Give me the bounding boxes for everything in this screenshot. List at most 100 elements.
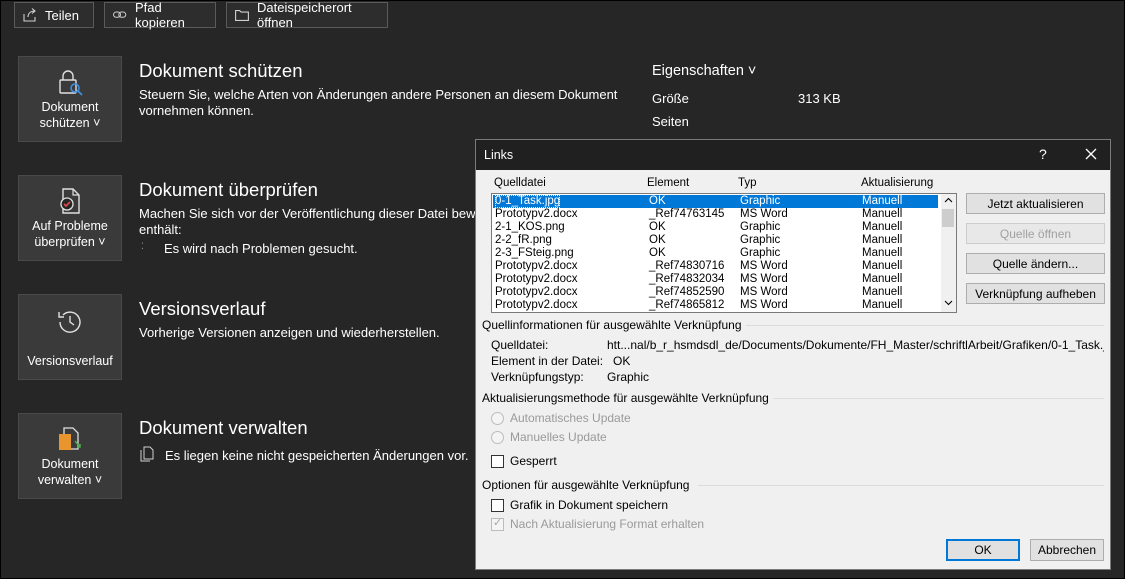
- update-now-button[interactable]: Jetzt aktualisieren: [966, 193, 1105, 214]
- cell-update: Manuell: [862, 208, 903, 220]
- protect-document-desc-2: vornehmen können.: [139, 103, 254, 118]
- column-header-source[interactable]: Quelldatei: [494, 177, 546, 189]
- properties-dropdown[interactable]: Eigenschaften ˅: [652, 63, 756, 79]
- scroll-up-icon[interactable]: [944, 197, 953, 203]
- cancel-button[interactable]: Abbrechen: [1030, 539, 1104, 561]
- automatic-update-radio[interactable]: Automatisches Update: [491, 411, 631, 425]
- change-source-button[interactable]: Quelle ändern...: [966, 253, 1105, 274]
- table-row[interactable]: Prototypv2.docx _Ref74763145 MS Word Manuel…: [493, 208, 938, 221]
- manage-tile-label-2: verwalten ˅: [37, 473, 103, 487]
- cell-update: Manuell: [862, 234, 903, 246]
- column-header-item[interactable]: Element: [647, 177, 689, 189]
- share-label: Teilen: [45, 7, 79, 23]
- links-list[interactable]: Prototypv2.docx _Ref74865812 MS Word Manuel…: [491, 193, 957, 313]
- cell-item: OK: [649, 247, 666, 259]
- size-label: Größe: [652, 91, 689, 106]
- inspect-tile-label-1: Auf Probleme: [32, 219, 108, 233]
- list-scrollbar[interactable]: [941, 194, 956, 312]
- inspect-status-text: Es wird nach Problemen gesucht.: [164, 241, 358, 256]
- protect-tile-label-1: Dokument: [41, 100, 99, 114]
- cell-item: OK: [649, 234, 666, 246]
- inspect-document-tile[interactable]: Auf Probleme überprüfen ˅: [18, 175, 122, 261]
- cell-source: 0-1_Task.jpg: [495, 195, 561, 208]
- cell-type: MS Word: [740, 273, 788, 285]
- dialog-titlebar: Links ?: [476, 140, 1110, 170]
- inspect-tile-label-2: überprüfen ˅: [34, 235, 106, 249]
- cell-item: _Ref74865812: [649, 299, 725, 311]
- cell-source: Prototypv2.docx: [495, 208, 578, 220]
- locked-label: Gesperrt: [510, 454, 557, 468]
- source-info-group-label: Quellinformationen für ausgewählte Verkn…: [482, 318, 742, 332]
- table-row[interactable]: 2-3_FSteig.png OK Graphic Manuell: [493, 247, 938, 260]
- cell-item: OK: [649, 221, 666, 233]
- cell-type: Graphic: [740, 195, 781, 207]
- divider: [698, 485, 1104, 486]
- cell-item: OK: [649, 195, 666, 207]
- keep-format-label: Nach Aktualisierung Format erhalten: [510, 517, 705, 531]
- close-icon[interactable]: [1080, 143, 1102, 165]
- pages-label: Seiten: [652, 114, 689, 129]
- cell-update: Manuell: [862, 260, 903, 272]
- radio-circle: [491, 411, 504, 425]
- share-button[interactable]: Teilen: [14, 2, 94, 28]
- manage-document-icon: [59, 427, 81, 450]
- link-type-value: Graphic: [607, 370, 650, 384]
- version-history-title: Versionsverlauf: [139, 298, 266, 319]
- manage-document-title: Dokument verwalten: [139, 417, 308, 438]
- source-file-value: htt...nal/b_r_hsmdsdl_de/Documents/Dokum…: [607, 338, 1104, 352]
- dialog-title: Links: [484, 148, 514, 162]
- scroll-thumb[interactable]: [942, 209, 954, 227]
- cell-source: 2-1_KOS.png: [495, 221, 565, 233]
- protect-document-desc-1: Steuern Sie, welche Arten von Änderungen…: [139, 87, 618, 102]
- update-method-group-label: Aktualisierungsmethode für ausgewählte V…: [482, 391, 769, 405]
- item-in-file-label: Element in der Datei:: [491, 354, 604, 368]
- open-file-location-button[interactable]: Dateispeicherort öffnen: [226, 0, 388, 30]
- help-button[interactable]: ?: [1039, 146, 1047, 162]
- locked-checkbox[interactable]: Gesperrt: [491, 454, 557, 468]
- protect-document-title: Dokument schützen: [139, 60, 303, 81]
- break-link-button[interactable]: Verknüpfung aufheben: [966, 283, 1105, 304]
- protect-document-tile[interactable]: Dokument schützen ˅: [18, 56, 122, 142]
- checkbox-box: [491, 516, 504, 531]
- folder-icon: [235, 8, 249, 22]
- link-type-label: Verknüpfungstyp:: [491, 370, 584, 384]
- column-header-update[interactable]: Aktualisierung: [861, 177, 933, 189]
- ok-button[interactable]: OK: [946, 539, 1020, 561]
- table-row[interactable]: 0-1_Task.jpg OK Graphic Manuell: [493, 195, 938, 208]
- lock-icon: [59, 70, 83, 96]
- cell-source: 2-3_FSteig.png: [495, 247, 574, 259]
- cell-item: _Ref74830716: [649, 260, 725, 272]
- table-row[interactable]: Prototypv2.docx _Ref74830716 MS Word Manuel…: [493, 260, 938, 273]
- column-header-type[interactable]: Typ: [738, 177, 757, 189]
- cell-update: Manuell: [862, 286, 903, 298]
- table-row[interactable]: Prototypv2.docx _Ref74832034 MS Word Manuel…: [493, 273, 938, 286]
- table-row[interactable]: Prototypv2.docx _Ref74852590 MS Word Manuel…: [493, 286, 938, 299]
- share-icon: [23, 8, 37, 22]
- cell-update: Manuell: [862, 195, 903, 207]
- source-file-label: Quelldatei:: [491, 338, 549, 352]
- scroll-down-icon[interactable]: [944, 300, 953, 306]
- automatic-update-label: Automatisches Update: [510, 411, 631, 425]
- save-graphic-checkbox[interactable]: Grafik in Dokument speichern: [491, 498, 668, 512]
- manage-document-tile[interactable]: Dokument verwalten ˅: [18, 413, 122, 499]
- version-history-tile[interactable]: Versionsverlauf: [18, 294, 122, 380]
- cell-type: MS Word: [740, 286, 788, 298]
- cell-type: MS Word: [740, 260, 788, 272]
- table-row[interactable]: 2-2_fR.png OK Graphic Manuell: [493, 234, 938, 247]
- spinner-icon: ⁚: [141, 241, 144, 251]
- keep-format-checkbox[interactable]: Nach Aktualisierung Format erhalten: [491, 516, 705, 531]
- item-in-file-value: OK: [613, 354, 631, 368]
- table-row[interactable]: Prototypv2.docx _Ref74865812 MS Word Manuel…: [493, 299, 938, 312]
- divider: [773, 398, 1104, 399]
- manual-update-radio[interactable]: Manuelles Update: [491, 430, 607, 444]
- cell-item: _Ref74852590: [649, 286, 725, 298]
- copy-path-button[interactable]: Pfad kopieren: [104, 0, 216, 30]
- size-value: 313 KB: [798, 91, 841, 106]
- open-source-button[interactable]: Quelle öffnen: [966, 223, 1105, 244]
- inspect-document-desc-1: Machen Sie sich vor der Veröffentlichung…: [139, 206, 475, 221]
- radio-circle: [491, 430, 504, 444]
- history-icon: [58, 311, 81, 333]
- table-row[interactable]: 2-1_KOS.png OK Graphic Manuell: [493, 221, 938, 234]
- cell-type: MS Word: [740, 299, 788, 311]
- manual-update-label: Manuelles Update: [510, 430, 607, 444]
